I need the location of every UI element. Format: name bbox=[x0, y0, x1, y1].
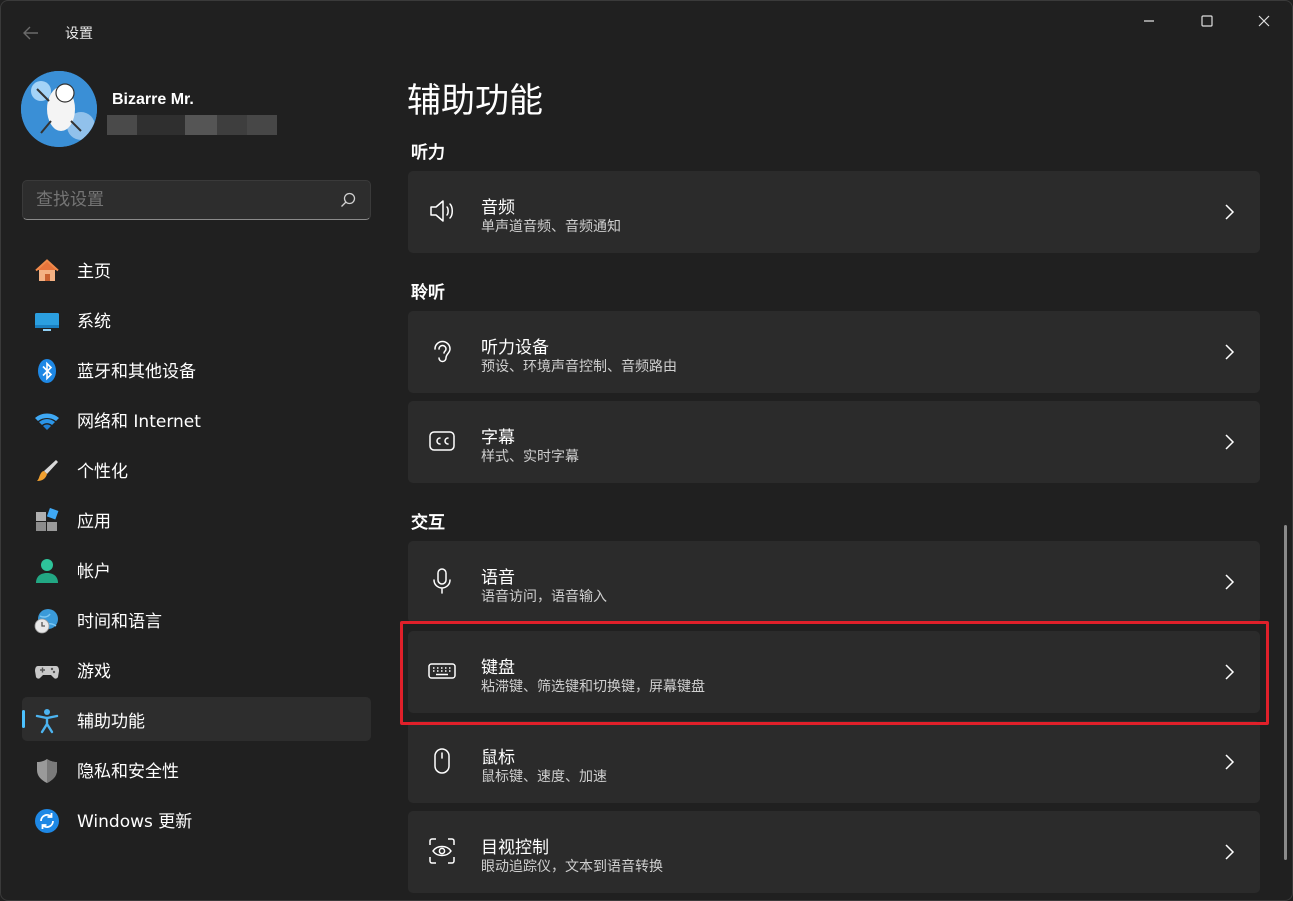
search-box[interactable] bbox=[22, 180, 371, 220]
sidebar-item-privacy-security[interactable]: 隐私和安全性 bbox=[22, 747, 371, 791]
sidebar-item-accounts[interactable]: 帐户 bbox=[22, 547, 371, 591]
sidebar-item-label: 主页 bbox=[77, 261, 111, 282]
home-icon bbox=[35, 259, 59, 281]
sidebar-item-home[interactable]: 主页 bbox=[22, 247, 371, 291]
section-title-hearing: 听力 bbox=[411, 143, 445, 163]
card-title: 字幕 bbox=[481, 428, 515, 448]
accessibility-icon bbox=[35, 709, 59, 734]
card-subtitle: 单声道音频、音频通知 bbox=[481, 219, 621, 235]
sidebar-item-network[interactable]: 网络和 Internet bbox=[22, 397, 371, 441]
card-subtitle: 样式、实时字幕 bbox=[481, 449, 579, 465]
section-title-listening: 聆听 bbox=[411, 283, 445, 303]
sidebar-item-label: 帐户 bbox=[77, 561, 111, 582]
section-title-interaction: 交互 bbox=[411, 513, 445, 533]
shield-icon bbox=[37, 759, 57, 783]
setting-card-audio[interactable]: 音频 单声道音频、音频通知 bbox=[408, 171, 1260, 253]
time-language-icon bbox=[34, 609, 58, 634]
back-button[interactable] bbox=[15, 19, 47, 47]
sidebar-item-label: 隐私和安全性 bbox=[77, 761, 179, 782]
sidebar-nav: 主页 系统 蓝牙和其他设备 网络和 Internet 个性化 应用 帐户 时间和… bbox=[22, 247, 371, 847]
chevron-right-icon bbox=[1225, 344, 1235, 360]
bluetooth-icon bbox=[38, 359, 56, 383]
redacted-email bbox=[107, 115, 277, 135]
sidebar-item-label: 网络和 Internet bbox=[77, 411, 201, 432]
sidebar-item-label: Windows 更新 bbox=[77, 811, 193, 832]
user-name: Bizarre Mr. bbox=[112, 91, 194, 108]
highlight-box bbox=[400, 621, 1269, 725]
title-bar: 设置 bbox=[1, 1, 1292, 63]
sidebar-item-system[interactable]: 系统 bbox=[22, 297, 371, 341]
close-icon bbox=[1258, 15, 1270, 27]
sidebar-item-label: 蓝牙和其他设备 bbox=[77, 361, 196, 382]
chevron-right-icon bbox=[1225, 844, 1235, 860]
card-title: 鼠标 bbox=[481, 748, 515, 768]
eye-control-icon bbox=[429, 838, 455, 864]
sidebar-item-label: 辅助功能 bbox=[77, 711, 145, 732]
mouse-icon bbox=[434, 748, 450, 774]
page-title: 辅助功能 bbox=[407, 81, 543, 121]
user-profile[interactable]: Bizarre Mr. bbox=[21, 71, 381, 149]
chevron-right-icon bbox=[1225, 434, 1235, 450]
setting-card-hearing-devices[interactable]: 听力设备 预设、环境声音控制、音频路由 bbox=[408, 311, 1260, 393]
setting-card-captions[interactable]: 字幕 样式、实时字幕 bbox=[408, 401, 1260, 483]
setting-card-eye-control[interactable]: 目视控制 眼动追踪仪，文本到语音转换 bbox=[408, 811, 1260, 893]
sidebar-item-label: 应用 bbox=[77, 511, 111, 532]
system-icon bbox=[35, 313, 59, 331]
sidebar-item-accessibility[interactable]: 辅助功能 bbox=[22, 697, 371, 741]
close-button[interactable] bbox=[1241, 5, 1287, 37]
card-title: 听力设备 bbox=[481, 338, 549, 358]
card-title: 目视控制 bbox=[481, 838, 549, 858]
speaker-icon bbox=[430, 200, 453, 222]
sidebar-item-apps[interactable]: 应用 bbox=[22, 497, 371, 541]
maximize-button[interactable] bbox=[1184, 5, 1230, 37]
update-icon bbox=[35, 809, 59, 833]
gaming-icon bbox=[35, 666, 59, 679]
brush-icon bbox=[37, 460, 58, 481]
card-subtitle: 预设、环境声音控制、音频路由 bbox=[481, 359, 677, 375]
sidebar-item-label: 个性化 bbox=[77, 461, 128, 482]
card-title: 音频 bbox=[481, 198, 515, 218]
setting-card-speech[interactable]: 语音 语音访问，语音输入 bbox=[408, 541, 1260, 623]
avatar bbox=[21, 71, 97, 147]
apps-icon bbox=[36, 508, 59, 531]
card-subtitle: 鼠标键、速度、加速 bbox=[481, 769, 607, 785]
search-icon[interactable] bbox=[340, 192, 356, 208]
chevron-right-icon bbox=[1225, 574, 1235, 590]
settings-window: 设置 Bizarre Mr. 查找设置 主页 系统 蓝牙和其他设备 网络和 In… bbox=[0, 0, 1293, 901]
sidebar-item-time-language[interactable]: 时间和语言 bbox=[22, 597, 371, 641]
app-title: 设置 bbox=[65, 26, 93, 42]
scrollbar-thumb[interactable] bbox=[1284, 525, 1287, 860]
sidebar-item-gaming[interactable]: 游戏 bbox=[22, 647, 371, 691]
chevron-right-icon bbox=[1225, 754, 1235, 770]
minimize-button[interactable] bbox=[1126, 5, 1172, 37]
sidebar-item-windows-update[interactable]: Windows 更新 bbox=[22, 797, 371, 841]
ear-icon bbox=[434, 340, 451, 363]
microphone-icon bbox=[433, 568, 451, 594]
setting-card-mouse[interactable]: 鼠标 鼠标键、速度、加速 bbox=[408, 721, 1260, 803]
account-icon bbox=[36, 559, 58, 583]
sidebar-item-label: 系统 bbox=[77, 311, 111, 332]
sidebar-item-label: 时间和语言 bbox=[77, 611, 162, 632]
sidebar-item-label: 游戏 bbox=[77, 661, 111, 682]
search-input[interactable] bbox=[36, 190, 316, 210]
card-title: 语音 bbox=[481, 568, 515, 588]
card-subtitle: 语音访问，语音输入 bbox=[481, 589, 607, 605]
sidebar-item-personalization[interactable]: 个性化 bbox=[22, 447, 371, 491]
back-arrow-icon bbox=[23, 26, 38, 40]
maximize-icon bbox=[1201, 15, 1213, 27]
sidebar-item-bluetooth[interactable]: 蓝牙和其他设备 bbox=[22, 347, 371, 391]
wifi-icon bbox=[35, 413, 59, 430]
card-subtitle: 眼动追踪仪，文本到语音转换 bbox=[481, 859, 663, 875]
minimize-icon bbox=[1144, 20, 1154, 22]
captions-icon bbox=[429, 431, 455, 451]
chevron-right-icon bbox=[1225, 204, 1235, 220]
